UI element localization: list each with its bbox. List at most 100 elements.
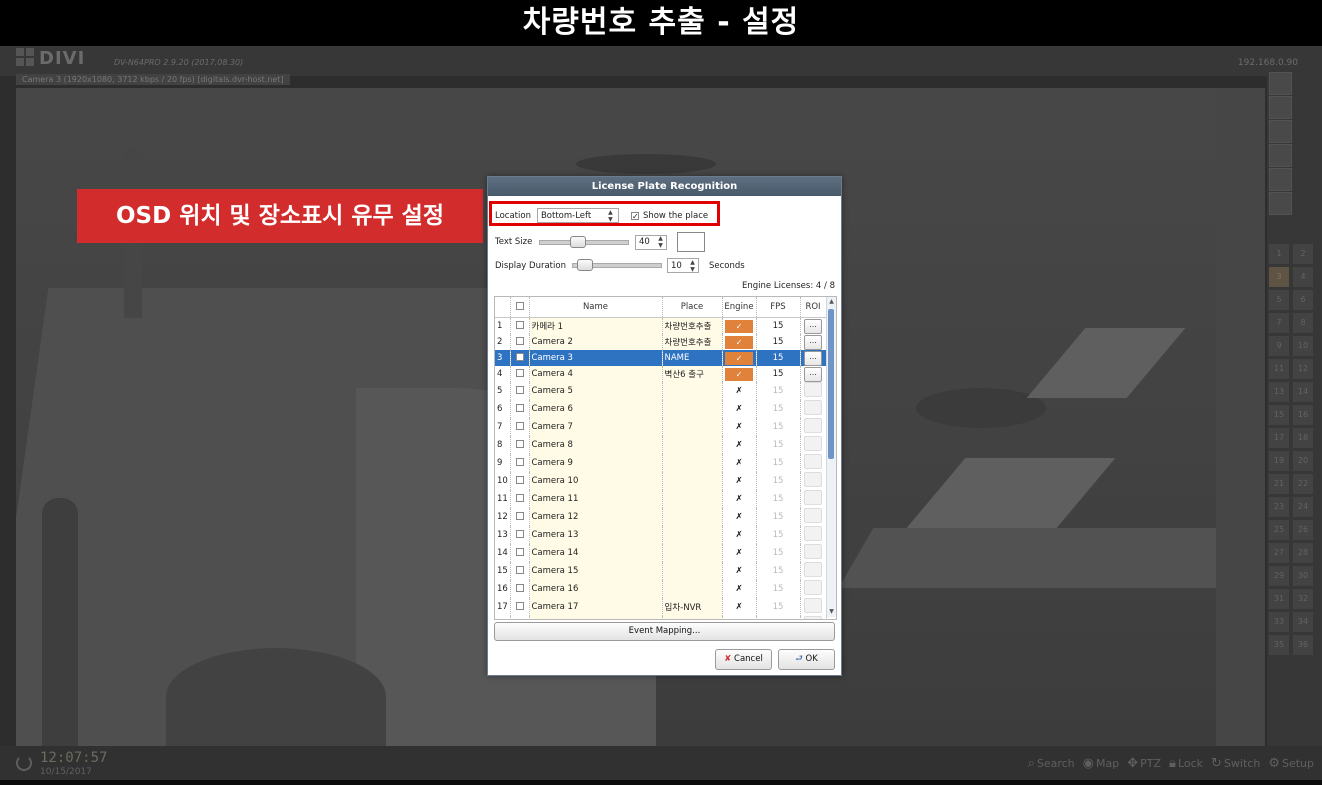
table-row[interactable]: 14 Camera 14 ✗ 15 — [495, 544, 827, 562]
engine-cell[interactable]: ✗ — [722, 508, 757, 526]
row-checkbox[interactable] — [516, 620, 524, 621]
roi-button[interactable]: ... — [804, 334, 822, 350]
camera-name[interactable]: Camera 12 — [529, 508, 663, 526]
camera-name[interactable]: Camera 18 — [529, 616, 663, 619]
camera-place[interactable] — [662, 544, 723, 562]
row-checkbox[interactable] — [515, 352, 524, 361]
row-checkbox-cell[interactable] — [510, 350, 530, 366]
camera-name[interactable]: Camera 3 — [529, 350, 663, 366]
header-roi[interactable]: ROI — [800, 297, 827, 318]
engine-cell[interactable]: ✗ — [722, 580, 757, 598]
spin-updown-icon[interactable]: ▲ ▼ — [656, 235, 665, 249]
header-fps[interactable]: FPS — [756, 297, 801, 318]
engine-cell[interactable]: ✓ — [722, 317, 757, 334]
row-checkbox[interactable] — [515, 336, 524, 345]
table-row[interactable]: 4 Camera 4 벽산6 출구 ✓ 15... — [495, 366, 827, 382]
row-checkbox[interactable] — [515, 368, 524, 377]
engine-off-x-icon[interactable]: ✗ — [735, 602, 742, 612]
camera-place[interactable]: 벽산6 출구 — [662, 366, 723, 382]
scroll-down-icon[interactable]: ▼ — [827, 607, 836, 617]
engine-off-x-icon[interactable]: ✗ — [735, 440, 742, 450]
camera-place[interactable] — [662, 490, 723, 508]
table-row[interactable]: 15 Camera 15 ✗ 15 — [495, 562, 827, 580]
camera-place[interactable] — [662, 580, 723, 598]
ok-button[interactable]: ⮐ OK — [778, 649, 835, 670]
camera-name[interactable]: Camera 9 — [529, 454, 663, 472]
camera-name[interactable]: Camera 11 — [529, 490, 663, 508]
table-row[interactable]: 18 Camera 18출차-NVR✗15 — [495, 616, 827, 621]
table-row[interactable]: 13 Camera 13 ✗ 15 — [495, 526, 827, 544]
engine-cell[interactable]: ✗ — [722, 454, 757, 472]
camera-place[interactable]: 차량번호추출 — [662, 334, 723, 350]
engine-on-check-icon[interactable]: ✓ — [725, 335, 753, 349]
engine-cell[interactable]: ✗ — [722, 400, 757, 418]
camera-name[interactable]: 카메라 1 — [529, 317, 663, 334]
row-checkbox[interactable] — [515, 583, 524, 592]
row-checkbox[interactable] — [515, 493, 524, 502]
fps-value[interactable]: 15 — [756, 616, 801, 619]
table-row[interactable]: 10 Camera 10 ✗ 15 — [495, 472, 827, 490]
text-size-input[interactable]: 40 ▲ ▼ — [635, 234, 667, 250]
camera-place[interactable]: 차량번호추출 — [662, 317, 723, 334]
row-checkbox-cell[interactable] — [510, 334, 530, 350]
select-all-checkbox[interactable] — [515, 301, 524, 310]
camera-place[interactable]: 출차-NVR — [662, 616, 723, 619]
table-row[interactable]: 1 카메라 1 차량번호추출 ✓ 15... — [495, 317, 827, 334]
engine-off-x-icon[interactable]: ✗ — [735, 386, 742, 396]
engine-cell[interactable]: ✗ — [722, 436, 757, 454]
camera-place[interactable] — [662, 562, 723, 580]
row-checkbox-cell[interactable] — [510, 366, 530, 382]
engine-cell[interactable]: ✗ — [722, 382, 757, 400]
engine-off-x-icon[interactable]: ✗ — [735, 584, 742, 594]
display-duration-slider[interactable] — [572, 259, 662, 271]
table-row[interactable]: 6 Camera 6 ✗ 15 — [495, 400, 827, 418]
row-checkbox[interactable] — [515, 385, 524, 394]
text-size-slider-thumb[interactable] — [569, 235, 586, 248]
engine-off-x-icon[interactable]: ✗ — [735, 404, 742, 414]
engine-cell[interactable]: ✗ — [722, 598, 757, 616]
camera-name[interactable]: Camera 6 — [529, 400, 663, 418]
row-checkbox-cell[interactable] — [510, 400, 530, 418]
row-checkbox-cell[interactable] — [510, 382, 530, 400]
table-row[interactable]: 9 Camera 9 ✗ 15 — [495, 454, 827, 472]
table-row[interactable]: 2 Camera 2 차량번호추출 ✓ 15... — [495, 334, 827, 350]
camera-place[interactable] — [662, 418, 723, 436]
fps-value[interactable]: 15 — [756, 580, 801, 598]
fps-value[interactable]: 15 — [756, 472, 801, 490]
row-checkbox-cell[interactable] — [510, 526, 530, 544]
camera-name[interactable]: Camera 10 — [529, 472, 663, 490]
engine-cell[interactable]: ✗ — [722, 544, 757, 562]
camera-name[interactable]: Camera 4 — [529, 366, 663, 382]
camera-name[interactable]: Camera 2 — [529, 334, 663, 350]
roi-button[interactable]: ... — [804, 350, 822, 366]
camera-name[interactable]: Camera 15 — [529, 562, 663, 580]
roi-button[interactable]: ... — [804, 318, 822, 334]
row-checkbox-cell[interactable] — [510, 562, 530, 580]
engine-on-check-icon[interactable]: ✓ — [725, 367, 753, 381]
camera-place[interactable]: NAME — [662, 350, 723, 366]
engine-cell[interactable]: ✓ — [722, 366, 757, 382]
engine-on-check-icon[interactable]: ✓ — [725, 319, 753, 333]
engine-cell[interactable]: ✓ — [722, 334, 757, 350]
engine-cell[interactable]: ✗ — [722, 472, 757, 490]
fps-value[interactable]: 15 — [756, 366, 801, 382]
camera-name[interactable]: Camera 16 — [529, 580, 663, 598]
row-checkbox[interactable] — [515, 511, 524, 520]
camera-place[interactable] — [662, 526, 723, 544]
row-checkbox-cell[interactable] — [510, 508, 530, 526]
engine-cell[interactable]: ✗ — [722, 490, 757, 508]
spin-updown-icon[interactable]: ▲ ▼ — [688, 259, 697, 273]
scrollbar-thumb[interactable] — [828, 309, 834, 459]
engine-off-x-icon[interactable]: ✗ — [735, 548, 742, 558]
row-checkbox-cell[interactable] — [510, 418, 530, 436]
roi-button[interactable]: ... — [804, 366, 822, 382]
row-checkbox[interactable] — [515, 529, 524, 538]
scroll-up-icon[interactable]: ▲ — [827, 297, 836, 307]
engine-off-x-icon[interactable]: ✗ — [735, 422, 742, 432]
engine-cell[interactable]: ✗ — [722, 562, 757, 580]
table-scrollbar[interactable]: ▲ ▼ — [826, 297, 836, 617]
row-checkbox-cell[interactable] — [510, 598, 530, 616]
fps-value[interactable]: 15 — [756, 400, 801, 418]
engine-cell[interactable]: ✗ — [722, 526, 757, 544]
engine-off-x-icon[interactable]: ✗ — [735, 476, 742, 486]
